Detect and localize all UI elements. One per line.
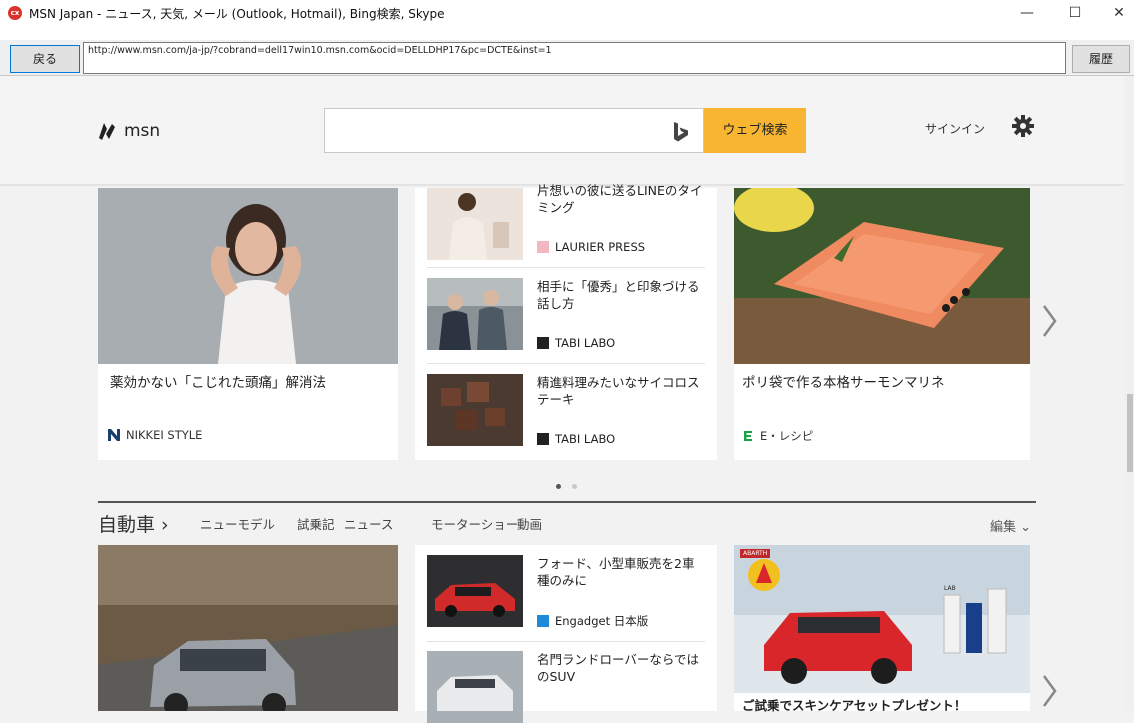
feature-card-car[interactable] — [98, 545, 398, 711]
abarth-ad-image — [734, 545, 1030, 693]
vertical-scrollbar[interactable] — [1124, 76, 1134, 711]
source-label: E・レシピ — [742, 428, 813, 444]
edit-button[interactable]: 編集 ⌄ — [990, 516, 1031, 535]
source-name: LAURIER PRESS — [555, 240, 646, 254]
news-list-card: 片想いの彼に送るLINEのタイミング LAURIER PRESS 相手に「優秀」… — [415, 183, 717, 460]
section-divider — [98, 501, 1036, 503]
salmon-photo — [734, 188, 1030, 364]
laurier-logo-icon — [537, 241, 549, 253]
ford-mustang-thumbnail[interactable] — [427, 555, 523, 627]
pagination-dot-active[interactable] — [556, 484, 561, 489]
source-name: E・レシピ — [760, 429, 814, 443]
section-link-motor-show[interactable]: モーターショー — [431, 514, 518, 533]
feature-card-headache[interactable]: 薬効かない「こじれた頭痛」解消法 NIKKEI STYLE — [98, 188, 398, 460]
source-name: TABI LABO — [555, 336, 616, 350]
abarth-badge: ABARTH — [740, 549, 771, 558]
news-item-source: Engadget 日本版 — [537, 613, 648, 629]
section-link-new-models[interactable]: ニューモデル — [200, 514, 275, 533]
news-item-title[interactable]: 精進料理みたいなサイコロステーキ — [537, 374, 705, 408]
divider — [427, 267, 705, 268]
maximize-button[interactable]: ☐ — [1060, 2, 1090, 24]
section-link-test-drive[interactable]: 試乗記 — [297, 514, 335, 533]
divider — [427, 641, 705, 642]
news-item-source: TABI LABO — [537, 336, 615, 350]
msn-logo[interactable]: msn — [96, 120, 160, 142]
source-label: NIKKEI STYLE — [108, 428, 202, 442]
headache-photo — [98, 188, 398, 364]
history-button[interactable]: 履歴 — [1072, 45, 1130, 73]
news-item-title[interactable]: 片想いの彼に送るLINEのタイミング — [537, 182, 705, 216]
section-title-autos[interactable]: 自動車 › — [98, 510, 169, 537]
news-list-card-2: フォード、小型車販売を2車種のみに Engadget 日本版 名門ランドローバー… — [415, 545, 717, 723]
butterfly-icon — [99, 123, 115, 140]
tabi-labo-logo-icon — [537, 433, 549, 445]
carousel-pagination — [556, 474, 583, 493]
steak-thumbnail[interactable] — [427, 374, 523, 446]
section-link-news[interactable]: ニュース — [344, 514, 393, 533]
tabi-labo-logo-icon — [537, 337, 549, 349]
back-button[interactable]: 戻る — [10, 45, 80, 73]
divider — [427, 363, 705, 364]
navigation-bar: 戻る http://www.msn.com/ja-jp/?cobrand=del… — [0, 40, 1134, 76]
ad-card-abarth[interactable]: ABARTH LAB ご試乗でスキンケアセットプレゼント！ — [734, 545, 1030, 713]
feature-card-salmon[interactable]: ポリ袋で作る本格サーモンマリネ E・レシピ — [734, 188, 1030, 460]
news-item-title[interactable]: 相手に「優秀」と印象づける話し方 — [537, 278, 705, 312]
pagination-dot[interactable] — [572, 484, 578, 489]
source-name: Engadget 日本版 — [555, 614, 649, 628]
window-title: MSN Japan - ニュース, 天気, メール (Outlook, Hotm… — [29, 7, 445, 21]
source-name: NIKKEI STYLE — [126, 428, 203, 442]
headline[interactable]: ポリ袋で作る本格サーモンマリネ — [742, 374, 1022, 392]
search-input[interactable] — [324, 108, 704, 153]
msn-header: msn ウェブ検索 サインイン — [0, 76, 1124, 186]
scrollbar-thumb[interactable] — [1127, 394, 1133, 472]
lab-badge: LAB — [944, 585, 956, 592]
e-recipe-logo-icon — [744, 431, 752, 441]
next-arrow-icon[interactable] — [1040, 302, 1060, 340]
news-item-source: LAURIER PRESS — [537, 240, 645, 254]
bing-icon[interactable] — [671, 121, 691, 143]
source-name: TABI LABO — [555, 432, 616, 446]
line-girl-thumbnail[interactable] — [427, 188, 523, 260]
address-bar[interactable]: http://www.msn.com/ja-jp/?cobrand=dell17… — [83, 42, 1066, 74]
close-button[interactable]: ✕ — [1104, 2, 1134, 24]
minimize-button[interactable]: — — [1012, 2, 1042, 24]
title-bar: cx MSN Japan - ニュース, 天気, メール (Outlook, H… — [0, 0, 1134, 44]
business-thumbnail[interactable] — [427, 278, 523, 350]
nikkei-logo-icon — [108, 429, 120, 441]
engadget-logo-icon — [537, 615, 549, 627]
headline[interactable]: 薬効かない「こじれた頭痛」解消法 — [110, 374, 386, 392]
gear-icon[interactable] — [1011, 114, 1035, 138]
road-car-photo — [98, 545, 398, 711]
section-link-videos[interactable]: 動画 — [517, 514, 542, 533]
sign-in-link[interactable]: サインイン — [925, 120, 985, 137]
news-item-title[interactable]: 名門ランドローバーならではのSUV — [537, 651, 705, 685]
news-item-source: TABI LABO — [537, 432, 615, 446]
land-rover-thumbnail[interactable] — [427, 651, 523, 723]
app-icon: cx — [8, 6, 22, 20]
web-search-button[interactable]: ウェブ検索 — [704, 108, 806, 153]
msn-logo-text: msn — [124, 121, 161, 141]
ad-headline[interactable]: ご試乗でスキンケアセットプレゼント！ — [742, 697, 1022, 715]
news-item-title[interactable]: フォード、小型車販売を2車種のみに — [537, 555, 705, 589]
next-arrow-icon[interactable] — [1040, 672, 1060, 710]
